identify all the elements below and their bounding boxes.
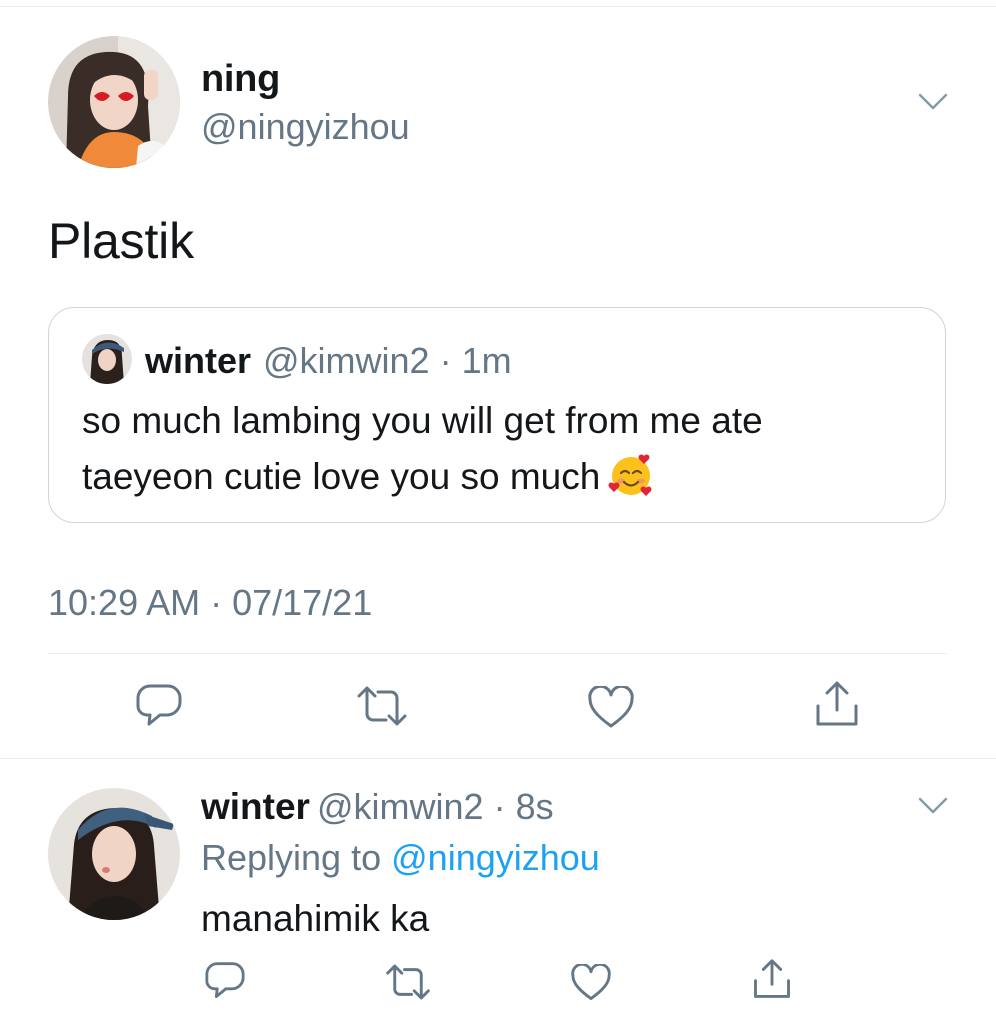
reply-text: manahimik ka: [201, 898, 430, 939]
chevron-down-icon[interactable]: [918, 92, 948, 112]
share-icon[interactable]: [752, 958, 792, 1000]
quoted-text-line1: so much lambing you will get from me ate: [82, 400, 763, 441]
like-icon[interactable]: [587, 686, 635, 730]
top-divider: [0, 6, 996, 7]
author-handle[interactable]: @ningyizhou: [201, 106, 410, 148]
author-name[interactable]: ning: [201, 58, 280, 101]
chevron-down-icon[interactable]: [918, 796, 948, 816]
reply-author-name[interactable]: winter: [201, 786, 310, 828]
quoted-text-line2-row: taeyeon cutie love you so much: [82, 452, 654, 498]
tweet-timestamp[interactable]: 10:29 AM · 07/17/21: [48, 582, 372, 624]
replying-handle-link[interactable]: @ningyizhou: [391, 837, 600, 878]
reply-icon[interactable]: [205, 962, 245, 1000]
retweet-icon[interactable]: [385, 964, 431, 1000]
quoted-author-name[interactable]: winter: [145, 340, 251, 382]
replying-prefix: Replying to: [201, 837, 382, 878]
quoted-avatar[interactable]: [82, 334, 132, 384]
quoted-meta: @kimwin2 · 1m: [263, 340, 512, 381]
smiling-face-with-hearts-icon: [608, 452, 654, 498]
reply-avatar[interactable]: [48, 788, 180, 920]
like-icon[interactable]: [570, 964, 612, 1002]
share-icon[interactable]: [814, 680, 860, 728]
divider: [48, 653, 946, 654]
tweet-text: Plastik: [48, 213, 194, 269]
replying-to: Replying to @ningyizhou: [201, 837, 600, 879]
retweet-icon[interactable]: [356, 686, 408, 726]
reply-icon[interactable]: [136, 684, 182, 728]
quoted-text-line2: taeyeon cutie love you so much: [82, 456, 601, 497]
tweet-separator: [0, 758, 996, 759]
reply-meta: @kimwin2 · 8s: [317, 786, 554, 827]
avatar[interactable]: [48, 36, 180, 168]
